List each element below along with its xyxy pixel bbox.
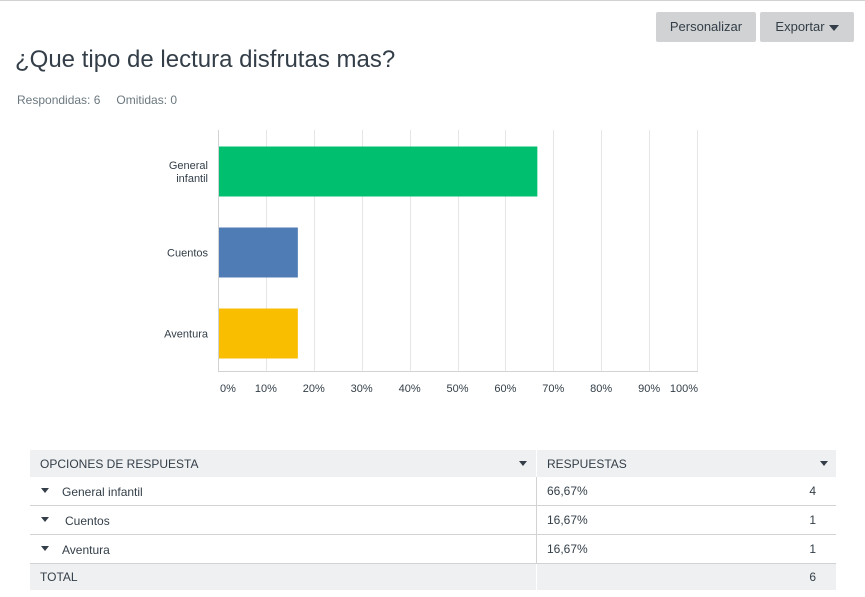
x-tick-label: 50%: [446, 383, 468, 395]
x-tick-label: 20%: [303, 383, 325, 395]
bar-chart: Generalinfantil Cuentos Aventura 0% 10% 20% 30…: [164, 130, 698, 395]
column-divider: [536, 450, 537, 477]
x-tick-label: 30%: [351, 383, 373, 395]
x-tick-label: 0%: [220, 383, 236, 395]
answer-count: 1: [809, 542, 816, 556]
sort-responses-icon[interactable]: [820, 461, 828, 466]
response-stats: Respondidas: 6 Omitidas: 0: [17, 93, 177, 107]
table-total-row: TOTAL 6: [30, 564, 836, 590]
answer-count: 4: [809, 484, 816, 498]
bar: [219, 146, 538, 197]
caret-down-icon: [828, 24, 839, 31]
answer-count: 1: [809, 513, 816, 527]
x-tick-label: 60%: [494, 383, 516, 395]
table-row: Cuentos 16,67% 1: [30, 506, 836, 535]
export-button[interactable]: Exportar: [760, 12, 854, 42]
column-divider: [536, 506, 537, 534]
category-label: General: [169, 160, 208, 172]
expand-row-icon[interactable]: [41, 517, 49, 522]
category-label: Aventura: [164, 329, 209, 341]
bar: [219, 227, 298, 278]
answered-count: Respondidas: 6: [17, 93, 101, 107]
table-row: General infantil 66,67% 4: [30, 477, 836, 506]
customize-button[interactable]: Personalizar: [656, 12, 756, 42]
export-button-label: Exportar: [775, 19, 825, 34]
answer-percent: 66,67%: [547, 484, 588, 498]
header-responses: RESPUESTAS: [547, 457, 627, 471]
answer-percent: 16,67%: [547, 542, 588, 556]
header-options: OPCIONES DE RESPUESTA: [40, 457, 199, 471]
skipped-count: Omitidas: 0: [116, 93, 178, 107]
x-tick-label: 40%: [399, 383, 421, 395]
table-row: Aventura 16,67% 1: [30, 535, 836, 564]
answer-percent: 16,67%: [547, 513, 588, 527]
question-title: ¿Que tipo de lectura disfrutas mas?: [15, 46, 396, 73]
table-header: OPCIONES DE RESPUESTA RESPUESTAS: [30, 450, 836, 477]
x-tick-label: 70%: [542, 383, 564, 395]
category-label: infantil: [176, 173, 208, 185]
responses-table: OPCIONES DE RESPUESTA RESPUESTAS General…: [30, 450, 836, 590]
total-count: 6: [809, 570, 816, 584]
answer-label: General infantil: [62, 485, 143, 499]
sort-options-icon[interactable]: [519, 461, 527, 466]
top-divider: [0, 0, 865, 1]
column-divider: [536, 564, 537, 590]
expand-row-icon[interactable]: [41, 488, 49, 493]
bar: [219, 308, 298, 359]
expand-row-icon[interactable]: [41, 546, 49, 551]
column-divider: [536, 477, 537, 505]
answer-label: Cuentos: [65, 514, 110, 528]
x-tick-label: 80%: [590, 383, 612, 395]
answer-label: Aventura: [62, 543, 110, 557]
x-tick-label: 100%: [670, 383, 698, 395]
category-label: Cuentos: [167, 248, 208, 260]
x-tick-label: 90%: [638, 383, 660, 395]
column-divider: [536, 535, 537, 563]
x-tick-label: 10%: [255, 383, 277, 395]
total-label: TOTAL: [40, 570, 78, 584]
